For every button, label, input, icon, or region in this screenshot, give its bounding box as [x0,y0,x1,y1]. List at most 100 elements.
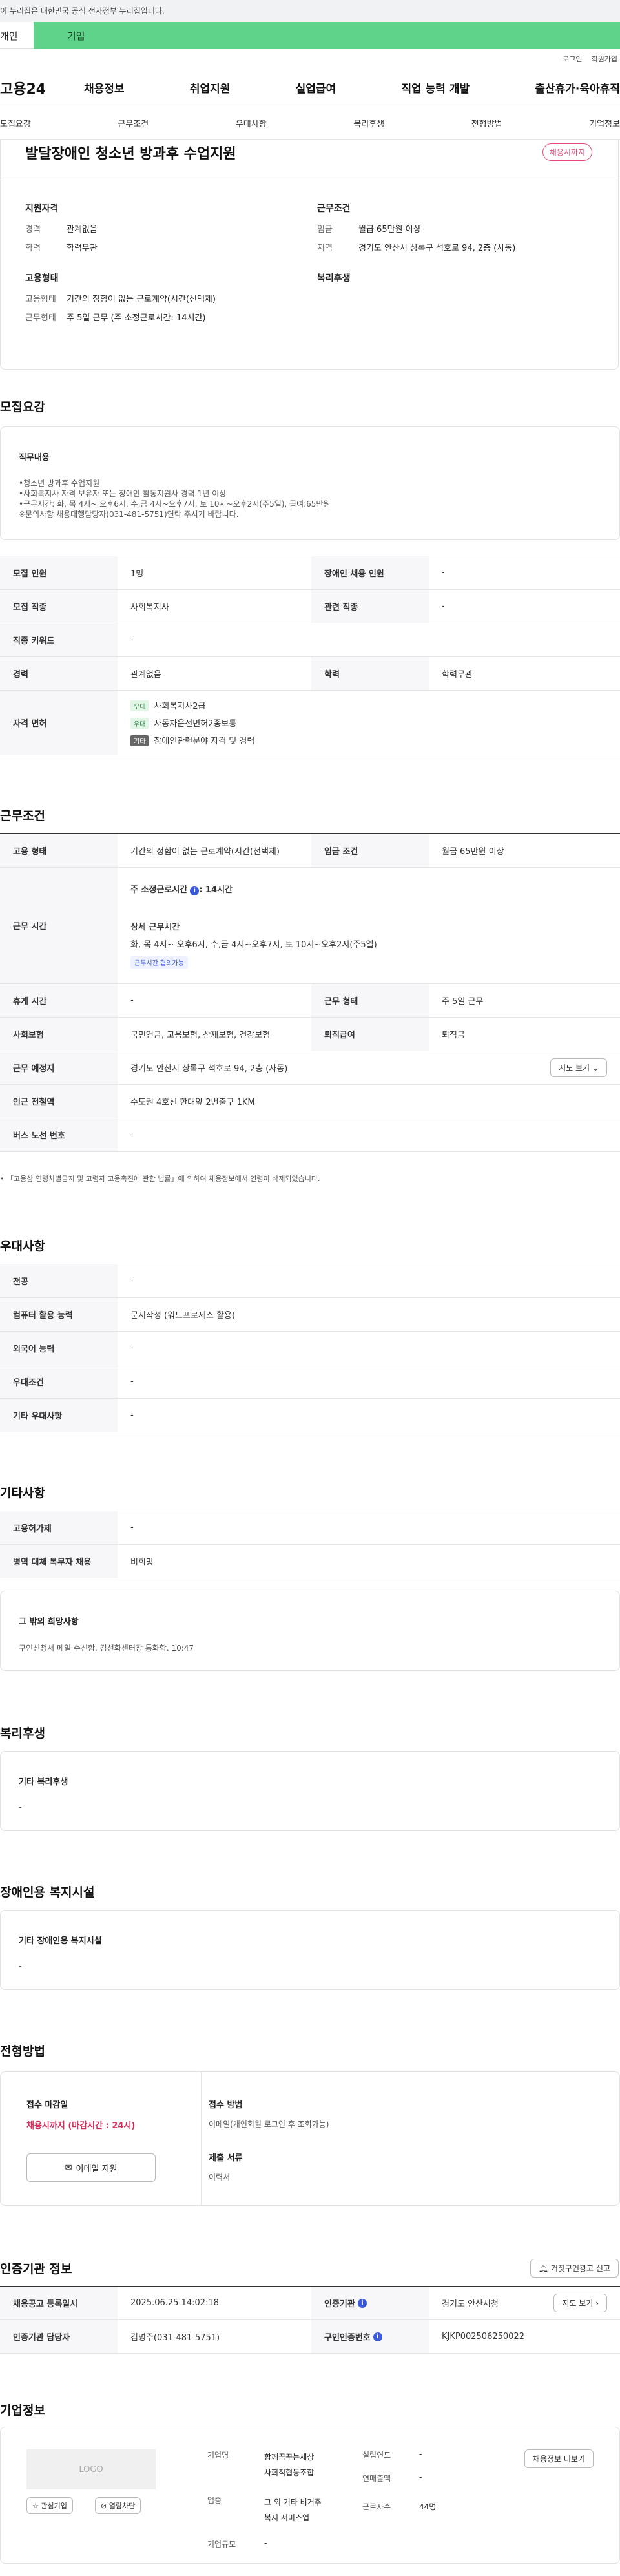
recruit-section-title: 모집요강 [0,397,620,415]
subnav-recruit[interactable]: 모집요강 [0,117,31,129]
summary-label: 고용형태 [25,295,56,304]
table-cell: 경기도 안산시 상록구 석호로 94, 2층 (사동) [130,1064,288,1074]
company-info-label: 근로자수 [362,2502,391,2511]
agency-table: 채용공고 등록일시 2025.06.25 14:02:18 인증기관 i 경기도 안산… [0,2286,620,2354]
duty-line: •사회복지사 자격 보유자 또는 장애인 활동지원사 경력 1년 이상 [19,489,227,498]
table-header: 근무 형태 [311,984,429,1017]
login-link[interactable]: 로그인 [563,54,582,64]
company-info-label: 기업규모 [207,2540,236,2549]
gnb-item-vocational-training[interactable]: 직업 능력 개발 [401,79,470,96]
duty-line: ※문의사항 채용대행담당자(031-481-5751)연락 주시기 바랍니다. [19,510,239,519]
table-row: 고용 형태 기간의 정함이 없는 근로계약(시간(선택제) 임금 조건 월급 65만… [0,834,620,868]
job-title: 발달장애인 청소년 방과후 수업지원 [25,146,236,162]
summary-employment-title: 고용형태 [25,273,59,284]
map-view-button[interactable]: 지도 보기 ⌄ [550,1058,607,1077]
table-row: 직종 키워드 - [0,623,620,657]
company-industry: 복지 서비스업 [264,2513,310,2522]
company-founded: - [419,2449,422,2458]
agency-map-button[interactable]: 지도 보기 › [553,2294,607,2312]
info-icon[interactable]: i [357,2298,367,2308]
table-row: 컴퓨터 활용 능력 문서작성 (워드프로세스 활용) [0,1298,620,1332]
agency-map-label: 지도 보기 [562,2299,594,2308]
table-cell: 퇴직금 [442,1031,465,1040]
gnb-item-employment-support[interactable]: 취업지원 [190,79,231,96]
table-row: 휴게 시간 - 근무 형태 주 5일 근무 [0,984,620,1018]
company-jobs-button[interactable]: 채용정보 더보기 [524,2449,594,2468]
tab-personal[interactable]: 개인 [0,22,34,49]
company-staff: 44명 [419,2502,437,2511]
method-title: 접수 방법 [209,2100,243,2110]
table-row: 채용공고 등록일시 2025.06.25 14:02:18 인증기관 i 경기도 안산… [0,2287,620,2320]
table-header: 고용 형태 [0,834,118,867]
disabled-panel: 기타 장애인용 복지시설 - [0,1910,620,1990]
company-logo: LOGO [26,2449,156,2489]
table-header: 근무 예정지 [0,1051,118,1084]
pref-table: 전공 - 컴퓨터 활용 능력 문서작성 (워드프로세스 활용) 외국어 능력 - 우대… [0,1264,620,1432]
duty-panel: 직무내용 •청소년 방과후 수업지원 •사회복지사 자격 보유자 또는 장애인 … [0,426,620,540]
table-header: 휴게 시간 [0,984,118,1017]
etc-table: 고용허가제 - 병역 대체 복무자 채용 비희망 [0,1511,620,1578]
disabled-title: 장애인용 복지시설 [0,1885,95,1900]
subnav-company[interactable]: 기업정보 [589,117,620,129]
summary-label: 경력 [25,225,41,235]
summary-label: 지역 [317,244,333,253]
subnav-welfare[interactable]: 복리후생 [353,117,384,129]
table-row: 인증기관 담당자 김명주(031-481-5751) 구인인증번호 i KJKP002… [0,2320,620,2354]
site-logo[interactable]: 고용24 [0,78,84,98]
table-header: 장애인 채용 인원 [311,556,429,589]
table-cell: - [130,1276,134,1286]
job-summary-card: 발달장애인 청소년 방과후 수업지원 채용시까지 지원자격 경력 관계없음 학력 학… [0,140,619,370]
table-header: 고용허가제 [0,1511,118,1544]
table-header: 퇴직급여 [311,1018,429,1051]
summary-work-title: 근무조건 [317,204,351,214]
subnav-process[interactable]: 전형방법 [471,117,502,129]
report-false-ad-button[interactable]: 🔔︎ 거짓구인광고 신고 [530,2259,619,2278]
table-header: 컴퓨터 활용 능력 [0,1298,118,1331]
table-cell: 기간의 정함이 없는 근로계약(시간(선택제) [130,847,280,857]
table-row: 모집 인원 1명 장애인 채용 인원 - [0,556,620,590]
table-cell: 수도권 4호선 한대앞 2번출구 1KM [130,1098,255,1107]
subnav-pref[interactable]: 우대사항 [236,117,267,129]
subnav-work[interactable]: 근무조건 [118,117,149,129]
join-link[interactable]: 회원가입 [592,54,617,64]
company-size: - [264,2539,267,2548]
email-apply-button[interactable]: ✉ 이메일 지원 [26,2153,156,2182]
company-industry: 그 외 기타 비거주 [264,2498,322,2507]
gnb-item-parental-leave[interactable]: 출산휴가·육아휴직 [535,79,620,96]
member-tabbar: 개인 기업 [0,22,620,49]
company-info-label: 연매출액 [362,2474,391,2483]
star-icon: ☆ [32,2502,39,2510]
license-name: 장애인관련분야 자격 및 경력 [154,737,255,746]
pref-section-title: 우대사항 [0,1237,620,1254]
process-panel: 접수 마감일 채용시까지 (마감시간 : 24시) ✉ 이메일 지원 접수 방법 … [0,2071,620,2206]
duty-title: 직무내용 [19,453,50,463]
info-icon[interactable]: i [190,886,200,895]
fav-company-button[interactable]: ☆ 관심기업 [26,2497,73,2514]
table-cell: 국민연금, 고용보험, 산재보험, 건강보험 [130,1031,271,1040]
table-header: 전공 [0,1264,118,1297]
tab-company[interactable]: 기업 [34,22,620,49]
agency-header: 인증기관 정보 🔔︎ 거짓구인광고 신고 [0,2259,620,2278]
chevron-right-icon: › [595,2299,599,2308]
pref-title: 우대사항 [0,1239,45,1253]
disabled-section-title: 장애인용 복지시설 [0,1883,620,1900]
welfare-title: 복리후생 [0,1726,45,1741]
table-cell: 사회복지사 [130,603,169,613]
table-header: 모집 인원 [0,556,118,589]
table-cell: 비희망 [130,1558,154,1567]
table-cell: 경기도 안산시청 [442,2299,499,2309]
duty-line: •청소년 방과후 수업지원 [19,479,100,488]
gnb-item-jobs[interactable]: 채용정보 [84,79,125,96]
table-row: 전공 - [0,1264,620,1298]
work-title: 근무조건 [0,809,45,823]
process-title: 전형방법 [0,2044,45,2058]
gnb-item-unemployment-benefit[interactable]: 실업급여 [296,79,336,96]
table-cell: 주 5일 근무 [442,997,484,1007]
etc-title: 기타사항 [0,1486,45,1500]
duty-line: •근무시간: 화, 목 4시~ 오후6시, 수,금 4시~오후7시, 토 10시… [19,499,331,508]
table-header: 채용공고 등록일시 [0,2287,118,2319]
block-view-button[interactable]: ⊘ 열람차단 [95,2497,141,2514]
info-icon[interactable]: i [373,2332,382,2341]
disabled-value: - [19,1962,22,1971]
table-cell: - [130,1410,134,1420]
